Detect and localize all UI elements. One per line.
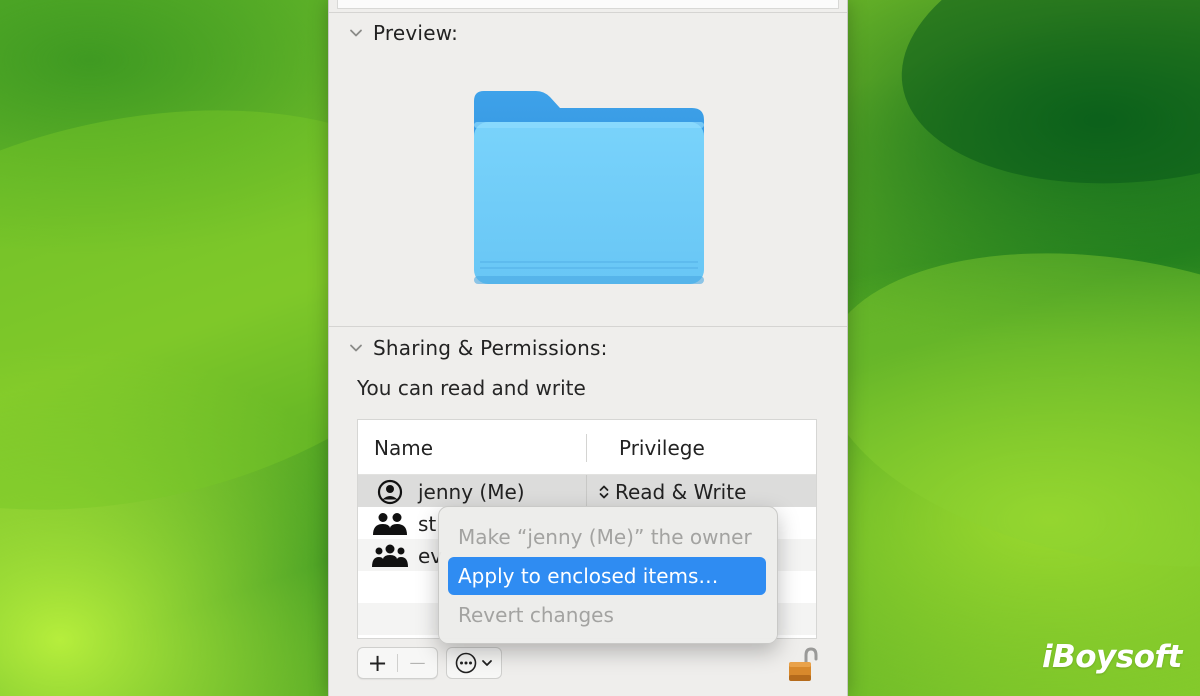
two-people-icon xyxy=(373,513,407,535)
wallpaper-wave xyxy=(884,0,1200,214)
chevron-down-icon[interactable] xyxy=(347,339,365,357)
watermark-logo: iBoysoft xyxy=(1042,639,1182,675)
column-separator[interactable] xyxy=(586,434,587,462)
preview-section-header[interactable]: Preview: xyxy=(347,20,458,46)
wallpaper-wave xyxy=(798,210,1200,610)
unlocked-padlock-icon[interactable] xyxy=(786,645,818,685)
chevron-updown-icon xyxy=(599,485,609,499)
divider xyxy=(329,326,847,327)
menu-item-apply-enclosed[interactable]: Apply to enclosed items… xyxy=(448,557,766,595)
column-header-privilege[interactable]: Privilege xyxy=(619,436,705,460)
table-header: Name Privilege xyxy=(358,420,816,475)
divider xyxy=(329,12,847,13)
chevron-down-icon[interactable] xyxy=(347,24,365,42)
action-context-menu: Make “jenny (Me)” the owner Apply to enc… xyxy=(438,506,778,644)
comments-field[interactable] xyxy=(337,0,839,9)
privilege-popup[interactable]: Read & Write xyxy=(598,480,746,504)
user-circle-icon xyxy=(377,479,403,505)
menu-item-label: Revert changes xyxy=(458,603,614,627)
section-title: Sharing & Permissions: xyxy=(373,336,608,360)
user-name: jenny (Me) xyxy=(418,480,525,504)
remove-label: — xyxy=(409,653,426,672)
permission-summary: You can read and write xyxy=(357,376,586,400)
action-menu-button[interactable] xyxy=(446,647,502,679)
ellipsis-circle-icon xyxy=(455,652,477,674)
chevron-down-icon xyxy=(482,660,492,666)
section-title: Preview: xyxy=(373,21,459,45)
permissions-toolbar: + — xyxy=(357,647,502,679)
group-icon xyxy=(372,544,408,567)
privilege-value: Read & Write xyxy=(615,480,747,504)
sharing-section-header[interactable]: Sharing & Permissions: xyxy=(347,335,608,361)
add-remove-segmented-control: + — xyxy=(357,647,438,679)
column-header-name[interactable]: Name xyxy=(374,436,433,460)
remove-button[interactable]: — xyxy=(398,648,437,678)
add-button[interactable]: + xyxy=(358,648,397,678)
folder-icon xyxy=(474,91,704,284)
column-separator xyxy=(586,475,587,507)
table-row[interactable]: jenny (Me) Read & Write xyxy=(358,475,816,507)
menu-item-make-owner: Make “jenny (Me)” the owner xyxy=(448,518,766,556)
menu-item-revert-changes: Revert changes xyxy=(448,596,766,634)
add-label: + xyxy=(367,649,388,677)
menu-item-label: Make “jenny (Me)” the owner xyxy=(458,525,752,549)
user-name: st xyxy=(418,512,437,536)
menu-item-label: Apply to enclosed items… xyxy=(458,564,719,588)
